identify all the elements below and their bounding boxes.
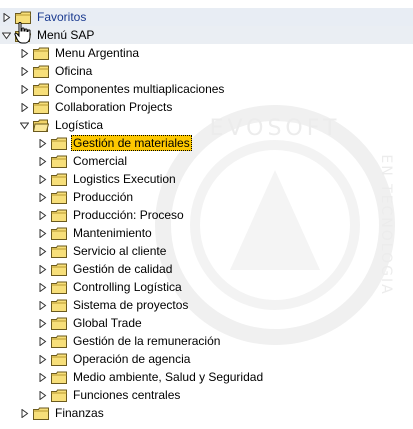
expand-arrow-icon[interactable] (38, 282, 47, 292)
expand-arrow-icon[interactable] (38, 264, 47, 274)
tree-node-label[interactable]: Componentes multiaplicaciones (53, 81, 226, 97)
expand-arrow-icon[interactable] (20, 84, 29, 94)
tree-node-produccion[interactable]: Producción (0, 188, 413, 206)
tree-node-comercial[interactable]: Comercial (0, 152, 413, 170)
collapse-arrow-icon[interactable] (2, 31, 11, 40)
tree-node-finanzas[interactable]: Finanzas (0, 404, 413, 422)
tree-node-menu-argentina[interactable]: Menu Argentina (0, 44, 413, 62)
tree-node-label[interactable]: Controlling Logística (71, 279, 184, 295)
tree-node-label[interactable]: Logística (53, 117, 105, 133)
folder-icon (51, 173, 67, 186)
expand-arrow-icon[interactable] (38, 174, 47, 184)
sap-menu-tree: EVOSOFT EN TECNOLOGIA Favoritos Menú SAP… (0, 0, 413, 429)
expand-arrow-icon[interactable] (2, 12, 11, 22)
folder-icon (51, 317, 67, 330)
expand-arrow-icon[interactable] (38, 354, 47, 364)
expand-arrow-icon[interactable] (38, 228, 47, 238)
tree-node-label[interactable]: Gestión de la remuneración (71, 333, 222, 349)
folder-icon (33, 65, 49, 78)
folder-icon (51, 137, 67, 150)
folder-icon (33, 83, 49, 96)
tree-node-label[interactable]: Comercial (71, 153, 129, 169)
expand-arrow-icon[interactable] (38, 138, 47, 148)
folder-icon (33, 407, 49, 420)
tree-node-logistics-execution[interactable]: Logistics Execution (0, 170, 413, 188)
tree-node-produccion-proceso[interactable]: Producción: Proceso (0, 206, 413, 224)
expand-arrow-icon[interactable] (38, 318, 47, 328)
tree-node-label[interactable]: Favoritos (35, 9, 88, 25)
tree-node-label[interactable]: Finanzas (53, 405, 106, 421)
tree-node-logistica[interactable]: Logística (0, 116, 413, 134)
expand-arrow-icon[interactable] (38, 390, 47, 400)
tree-node-label-selected[interactable]: Gestión de materiales (71, 135, 192, 151)
tree-node-operacion-agencia[interactable]: Operación de agencia (0, 350, 413, 368)
tree-node-medio-ambiente[interactable]: Medio ambiente, Salud y Seguridad (0, 368, 413, 386)
tree-node-componentes[interactable]: Componentes multiaplicaciones (0, 80, 413, 98)
folder-icon (51, 245, 67, 258)
tree-node-collaboration[interactable]: Collaboration Projects (0, 98, 413, 116)
expand-arrow-icon[interactable] (38, 210, 47, 220)
tree-node-label[interactable]: Sistema de proyectos (71, 297, 190, 313)
expand-arrow-icon[interactable] (20, 66, 29, 76)
tree-node-gestion-remuneracion[interactable]: Gestión de la remuneración (0, 332, 413, 350)
tree-node-mantenimiento[interactable]: Mantenimiento (0, 224, 413, 242)
folder-icon (51, 353, 67, 366)
tree-node-sistema-proyectos[interactable]: Sistema de proyectos (0, 296, 413, 314)
expand-arrow-icon[interactable] (38, 156, 47, 166)
collapse-arrow-icon[interactable] (20, 121, 29, 130)
tree-node-label[interactable]: Logistics Execution (71, 171, 178, 187)
folder-icon (51, 209, 67, 222)
expand-arrow-icon[interactable] (38, 336, 47, 346)
expand-arrow-icon[interactable] (38, 246, 47, 256)
tree-node-label[interactable]: Mantenimiento (71, 225, 154, 241)
folder-icon (51, 335, 67, 348)
folder-icon (51, 263, 67, 276)
tree-node-favoritos[interactable]: Favoritos (0, 8, 413, 26)
tree-node-menu-sap[interactable]: Menú SAP (0, 26, 413, 44)
expand-arrow-icon[interactable] (38, 192, 47, 202)
expand-arrow-icon[interactable] (20, 102, 29, 112)
folder-icon (51, 299, 67, 312)
tree-node-label[interactable]: Operación de agencia (71, 351, 192, 367)
tree-node-oficina[interactable]: Oficina (0, 62, 413, 80)
expand-arrow-icon[interactable] (38, 300, 47, 310)
tree-node-label[interactable]: Collaboration Projects (53, 99, 174, 115)
expand-arrow-icon[interactable] (20, 408, 29, 418)
folder-icon (51, 281, 67, 294)
tree-node-controlling-logistica[interactable]: Controlling Logística (0, 278, 413, 296)
expand-arrow-icon[interactable] (38, 372, 47, 382)
folder-icon (51, 371, 67, 384)
tree-node-label[interactable]: Gestión de calidad (71, 261, 174, 277)
tree-node-label[interactable]: Funciones centrales (71, 387, 182, 403)
tree-node-label[interactable]: Servicio al cliente (71, 243, 168, 259)
tree-node-label[interactable]: Producción (71, 189, 135, 205)
tree-node-servicio-cliente[interactable]: Servicio al cliente (0, 242, 413, 260)
tree-node-label[interactable]: Menú SAP (35, 27, 96, 43)
hand-pointer-cursor-icon (14, 22, 32, 44)
tree-node-global-trade[interactable]: Global Trade (0, 314, 413, 332)
tree-node-label[interactable]: Menu Argentina (53, 45, 141, 61)
folder-icon (33, 101, 49, 114)
tree-node-gestion-calidad[interactable]: Gestión de calidad (0, 260, 413, 278)
tree-node-label[interactable]: Medio ambiente, Salud y Seguridad (71, 369, 265, 385)
folder-icon (51, 389, 67, 402)
folder-icon (33, 47, 49, 60)
tree-node-label[interactable]: Oficina (53, 63, 94, 79)
folder-icon (51, 191, 67, 204)
open-folder-icon (33, 119, 49, 132)
tree-node-label[interactable]: Global Trade (71, 315, 144, 331)
tree-node-gestion-materiales[interactable]: Gestión de materiales (0, 134, 413, 152)
tree-node-funciones-centrales[interactable]: Funciones centrales (0, 386, 413, 404)
folder-icon (51, 155, 67, 168)
tree-node-label[interactable]: Producción: Proceso (71, 207, 186, 223)
folder-icon (51, 227, 67, 240)
expand-arrow-icon[interactable] (20, 48, 29, 58)
